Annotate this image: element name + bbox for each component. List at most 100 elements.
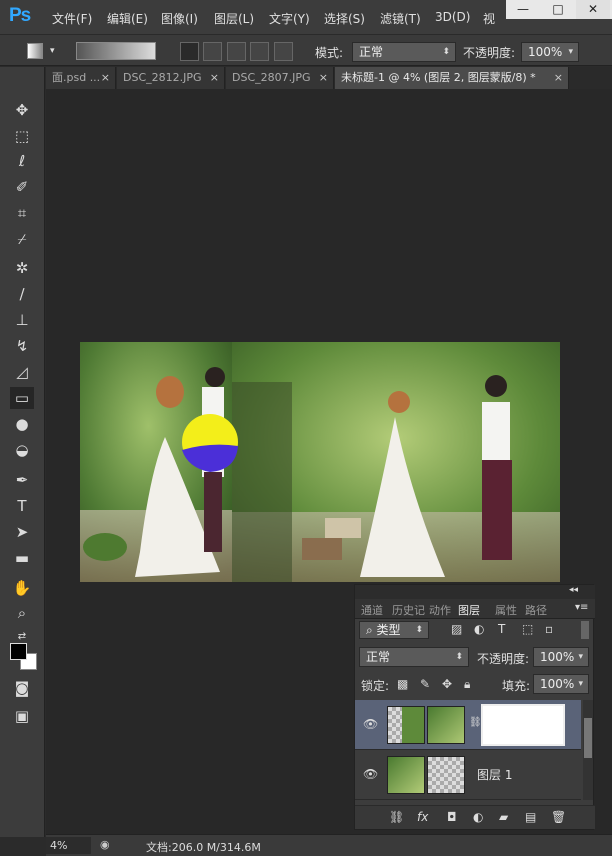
foreground-color-swatch[interactable] [10,643,27,660]
tab-document-1[interactable]: 面.psd ... × [46,67,116,89]
move-tool-icon[interactable]: ✥ [10,99,34,121]
eyedropper-tool-icon[interactable]: ⌿ [10,228,34,250]
maximize-button[interactable]: □ [541,0,575,19]
dodge-tool-icon[interactable]: ◒ [10,439,34,461]
status-menu-icon[interactable]: ◉ [100,838,110,851]
eraser-tool-icon[interactable]: ◿ [10,361,34,383]
menu-edit[interactable]: 编辑(E) [107,10,148,27]
zoom-tool-icon[interactable]: ⌕ [10,602,34,624]
menu-filter[interactable]: 滤镜(T) [380,10,421,27]
layer-filter-select[interactable]: ⌕ 类型 ⬍ [359,621,429,639]
history-brush-tool-icon[interactable]: ↯ [10,335,34,357]
layer-opacity-value: 100% [540,650,575,664]
filter-shape-icon[interactable]: ⬚ [522,622,533,636]
pen-tool-icon[interactable]: ✒ [10,469,34,491]
quick-mask-icon[interactable]: ◙ [10,677,34,699]
zoom-field[interactable]: 4% [46,837,91,854]
layer-mask-thumbnail[interactable] [481,704,565,746]
menu-type[interactable]: 文字(Y) [269,10,310,27]
filter-pixel-icon[interactable]: ▨ [451,622,462,636]
mode-label: 模式: [315,46,344,60]
minimize-button[interactable]: — [506,0,540,19]
tab-layers[interactable]: 图层 [458,602,480,618]
menu-image[interactable]: 图像(I) [161,10,198,27]
filter-type-icon[interactable]: T [498,622,505,636]
gradient-picker[interactable] [76,42,156,60]
adjustment-layer-icon[interactable]: ◐ [473,810,483,824]
brush-tool-icon[interactable]: ∕ [10,283,34,305]
diamond-gradient-button[interactable] [274,42,293,61]
healing-brush-tool-icon[interactable]: ✲ [10,257,34,279]
blend-mode-select[interactable]: 正常 ⬍ [359,647,469,667]
radial-gradient-button[interactable] [203,42,222,61]
close-button[interactable]: ✕ [576,0,610,19]
delete-layer-icon[interactable]: 🗑︎ [551,810,566,824]
layers-scrollbar[interactable] [583,700,593,800]
clone-stamp-tool-icon[interactable]: ⊥ [10,309,34,331]
lock-transparent-icon[interactable]: ▩ [397,677,408,691]
tab-document-2[interactable]: DSC_2812.JPG × [117,67,225,89]
close-icon[interactable]: × [319,67,328,89]
new-layer-icon[interactable]: ▤ [525,810,536,824]
menu-view[interactable]: 视 [483,10,495,27]
chevron-down-icon: ▾ [568,47,573,57]
marquee-tool-icon[interactable]: ⬚ [10,125,34,147]
tab-properties[interactable]: 属性 [495,602,517,618]
close-icon[interactable]: × [210,67,219,89]
lock-image-icon[interactable]: ✎ [420,677,430,691]
tab-paths[interactable]: 路径 [525,602,547,618]
panel-menu-icon[interactable]: ▾≡ [575,602,588,613]
close-icon[interactable]: × [101,67,110,89]
filter-smart-object-icon[interactable]: ▫ [545,622,553,636]
tab-actions[interactable]: 动作 [429,602,451,618]
layer-row[interactable]: 👁︎ 图层 1 [355,750,581,800]
blur-tool-icon[interactable]: ● [10,413,34,435]
tab-document-3[interactable]: DSC_2807.JPG × [226,67,334,89]
filter-adjustment-icon[interactable]: ◐ [474,622,484,636]
angle-gradient-button[interactable] [227,42,246,61]
hand-tool-icon[interactable]: ✋ [10,577,34,599]
rectangle-tool-icon[interactable]: ▬ [10,547,34,569]
opacity-input[interactable]: 100% ▾ [521,42,579,62]
crop-tool-icon[interactable]: ⌗ [10,202,34,224]
lasso-tool-icon[interactable]: ℓ [10,150,34,172]
lock-all-icon[interactable]: 🔒︎ [464,677,470,692]
tool-preset-picker[interactable] [27,43,43,59]
fill-input[interactable]: 100% ▾ [533,674,589,694]
eye-icon[interactable]: 👁︎ [363,717,378,731]
layer-opacity-input[interactable]: 100% ▾ [533,647,589,667]
add-mask-icon[interactable]: ◘ [447,810,457,824]
screen-mode-icon[interactable]: ▣ [10,705,34,727]
path-selection-tool-icon[interactable]: ➤ [10,521,34,543]
chevron-down-icon: ⬍ [455,652,463,662]
tab-history[interactable]: 历史记 [392,602,425,618]
menu-file[interactable]: 文件(F) [52,10,92,27]
tab-document-active[interactable]: 未标题-1 @ 4% (图层 2, 图层蒙版/8) * × [335,67,569,89]
close-icon[interactable]: × [554,67,563,89]
menu-3d[interactable]: 3D(D) [435,10,470,24]
quick-selection-tool-icon[interactable]: ✐ [10,176,34,198]
tools-panel: ✥ ⬚ ℓ ✐ ⌗ ⌿ ✲ ∕ ⊥ ↯ ◿ ▭ ● ◒ ✒ T ➤ ▬ ✋ ⌕ … [0,67,45,837]
layer-thumbnail [427,756,465,794]
layer-row[interactable]: 👁︎ ⛓ [355,700,581,750]
document-canvas[interactable] [80,342,560,582]
collapse-icon[interactable]: ◂◂ [569,585,578,595]
gradient-tool-icon[interactable]: ▭ [10,387,34,409]
eye-icon[interactable]: 👁︎ [363,767,378,781]
lock-position-icon[interactable]: ✥ [442,677,452,691]
reflected-gradient-button[interactable] [250,42,269,61]
mask-link-icon[interactable]: ⛓ [469,717,482,728]
new-group-icon[interactable]: ▰ [499,810,508,824]
mode-select[interactable]: 正常 ⬍ [352,42,456,62]
filter-toggle[interactable] [581,621,589,639]
chevron-down-icon[interactable]: ▾ [50,46,55,56]
linear-gradient-button[interactable] [180,42,199,61]
menu-layer[interactable]: 图层(L) [214,10,254,27]
window-controls: — □ ✕ [506,0,612,19]
link-layers-icon[interactable]: ⛓ [389,810,404,824]
fx-icon[interactable]: fx [417,810,428,824]
scrollbar-thumb[interactable] [584,718,592,758]
type-tool-icon[interactable]: T [10,495,34,517]
tab-channels[interactable]: 通道 [361,602,383,618]
menu-select[interactable]: 选择(S) [324,10,365,27]
